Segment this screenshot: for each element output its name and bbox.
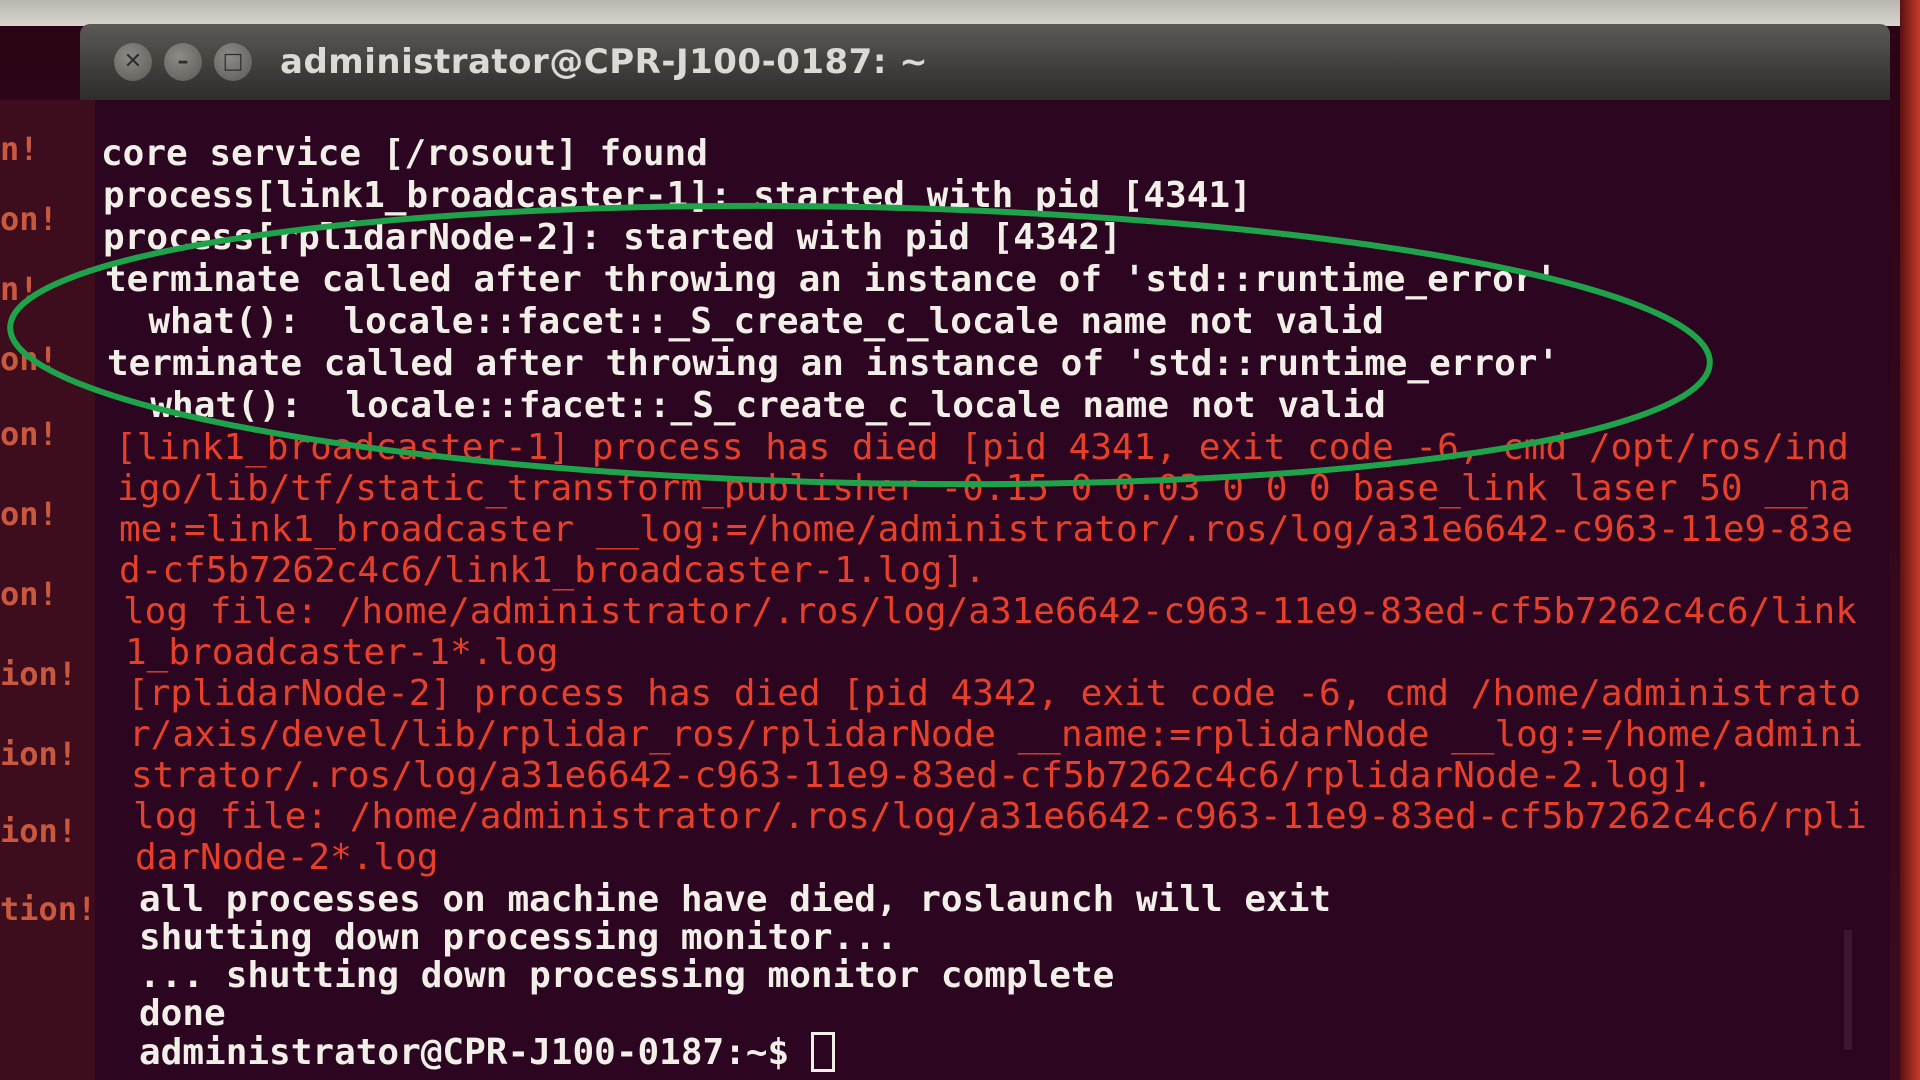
- terminal-line: [rplidarNode-2] process has died [pid 43…: [127, 673, 1861, 714]
- terminal-line: 1_broadcaster-1*.log: [125, 632, 559, 673]
- terminal-line: what(): locale::facet::_S_create_c_local…: [105, 301, 1384, 342]
- terminal-line: igo/lib/tf/static_transform_publisher -0…: [117, 468, 1851, 509]
- shell-prompt: administrator@CPR-J100-0187:~$: [139, 1032, 811, 1073]
- terminal-line: process[rplidarNode-2]: started with pid…: [103, 217, 1122, 258]
- terminal-prompt-line[interactable]: administrator@CPR-J100-0187:~$: [139, 1032, 835, 1073]
- terminal-line: darNode-2*.log: [135, 837, 439, 878]
- terminal-line: shutting down processing monitor...: [139, 917, 898, 958]
- gutter-text: on!: [0, 415, 58, 453]
- gutter-text: on!: [0, 200, 58, 238]
- terminal-line: [link1_broadcaster-1] process has died […: [115, 427, 1849, 468]
- window-controls: ✕ – □: [114, 43, 252, 81]
- gutter-text: n!: [0, 130, 39, 168]
- gutter-text: tion!: [0, 890, 97, 928]
- terminal-line: strator/.ros/log/a31e6642-c963-11e9-83ed…: [131, 755, 1714, 796]
- terminal-line: core service [/rosout] found: [101, 133, 708, 174]
- gutter-text: on!: [0, 575, 58, 613]
- close-icon[interactable]: ✕: [114, 43, 152, 81]
- terminal-scrollbar[interactable]: [1844, 930, 1852, 1050]
- photo-stage: ✕ – □ administrator@CPR-J100-0187: ~ n! …: [0, 0, 1920, 1080]
- monitor-bezel-right: [1900, 0, 1920, 1080]
- gutter-text: ion!: [0, 735, 78, 773]
- gutter-text: ion!: [0, 655, 78, 693]
- monitor-bezel-top: [0, 0, 1920, 26]
- terminal-line: ... shutting down processing monitor com…: [139, 955, 1115, 996]
- gutter-text: ion!: [0, 812, 78, 850]
- terminal-titlebar[interactable]: ✕ – □ administrator@CPR-J100-0187: ~: [80, 24, 1890, 100]
- terminal-line: terminate called after throwing an insta…: [107, 343, 1560, 384]
- terminal-line: terminate called after throwing an insta…: [105, 259, 1558, 300]
- terminal-line: process[link1_broadcaster-1]: started wi…: [103, 175, 1252, 216]
- gutter-text: on!: [0, 340, 58, 378]
- background-window-edge: n! on! n! on! on! on! on! ion! ion! ion!…: [0, 100, 97, 1080]
- terminal-line: log file: /home/administrator/.ros/log/a…: [123, 591, 1857, 632]
- terminal-line: done: [139, 993, 226, 1034]
- terminal-line: log file: /home/administrator/.ros/log/a…: [133, 796, 1867, 837]
- window-title: administrator@CPR-J100-0187: ~: [280, 42, 929, 82]
- terminal-line: d-cf5b7262c4c6/link1_broadcaster-1.log].: [119, 550, 986, 591]
- terminal-output[interactable]: core service [/rosout] found process[lin…: [95, 100, 1890, 1080]
- gutter-text: n!: [0, 270, 39, 308]
- minimize-icon[interactable]: –: [164, 43, 202, 81]
- gutter-text: on!: [0, 495, 58, 533]
- text-cursor: [810, 1032, 835, 1072]
- terminal-line: me:=link1_broadcaster __log:=/home/admin…: [119, 509, 1853, 550]
- terminal-line: what(): locale::facet::_S_create_c_local…: [107, 385, 1386, 426]
- terminal-line: all processes on machine have died, rosl…: [139, 879, 1332, 920]
- maximize-icon[interactable]: □: [214, 43, 252, 81]
- terminal-line: r/axis/devel/lib/rplidar_ros/rplidarNode…: [129, 714, 1863, 755]
